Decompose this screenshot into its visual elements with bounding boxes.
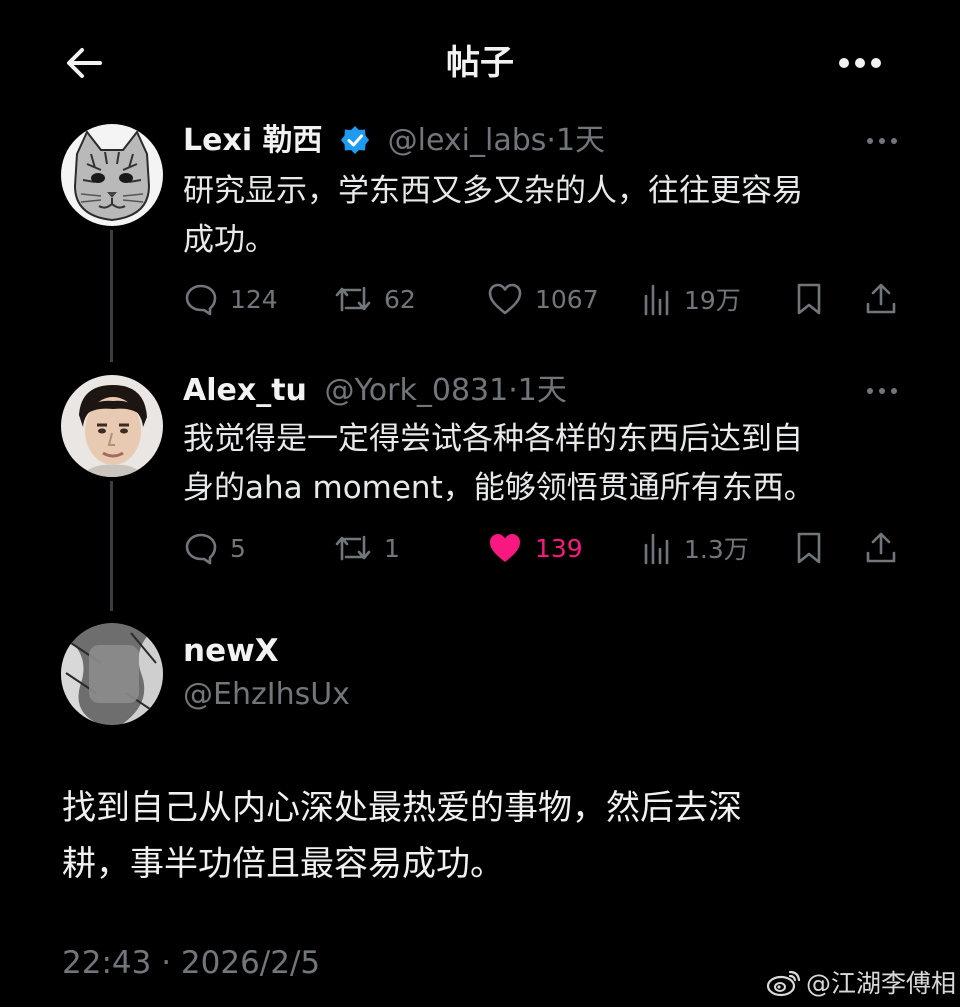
watermark: @江湖李傅相 <box>766 964 956 1000</box>
avatar[interactable] <box>61 124 163 226</box>
thread-connector <box>110 481 113 611</box>
more-horizontal-icon <box>867 388 897 394</box>
like-button[interactable]: 139 <box>487 528 583 568</box>
post-time: 1天 <box>517 373 567 408</box>
author-name[interactable]: Alex_tu <box>183 373 307 408</box>
author-handle[interactable]: @EhzIhsUx <box>183 677 350 712</box>
post-timestamp: 22:43 · 2026/2/5 <box>62 945 321 981</box>
like-button[interactable]: 1067 <box>487 279 599 319</box>
avatar[interactable] <box>61 623 163 725</box>
more-horizontal-icon <box>839 58 881 68</box>
share-icon <box>866 532 896 563</box>
like-count: 139 <box>535 533 583 563</box>
heart-filled-icon <box>490 534 520 562</box>
author-name[interactable]: newX <box>183 633 279 669</box>
verified-badge-icon <box>341 126 370 154</box>
reply-icon <box>185 284 217 316</box>
bar-chart-icon <box>644 284 669 316</box>
repost-button[interactable]: 1 <box>334 528 400 568</box>
bookmark-icon <box>797 532 821 564</box>
reply-button[interactable]: 5 <box>184 528 246 568</box>
person-avatar-icon <box>61 375 163 477</box>
post-text-line: 成功。 <box>183 222 276 258</box>
views-button[interactable]: 19万 <box>642 279 741 319</box>
author-name[interactable]: Lexi 勒西 <box>183 123 323 158</box>
post-header: Lexi 勒西 @lexi_labs·1天 <box>183 122 605 160</box>
post-text: 找到自己从内心深处最热爱的事物，然后去深 耕，事半功倍且最容易成功。 <box>62 780 922 892</box>
share-button[interactable] <box>864 528 898 568</box>
reply-button[interactable]: 124 <box>184 279 278 319</box>
weibo-logo-icon <box>766 970 801 997</box>
post-menu-button[interactable] <box>862 381 902 401</box>
reply-count: 124 <box>230 284 278 314</box>
repost-count: 62 <box>384 284 416 314</box>
bookmark-button[interactable] <box>795 528 823 568</box>
views-button[interactable]: 1.3万 <box>642 528 749 568</box>
share-button[interactable] <box>864 279 898 319</box>
page-title: 帖子 <box>446 43 514 83</box>
bar-chart-icon <box>644 533 669 565</box>
bookmark-button[interactable] <box>795 279 823 319</box>
repost-count: 1 <box>384 533 400 563</box>
post-header: Alex_tu @York_0831·1天 <box>183 372 567 410</box>
repost-icon <box>335 286 371 312</box>
author-handle[interactable]: @lexi_labs <box>388 123 547 158</box>
cat-avatar-icon <box>61 124 163 226</box>
views-count: 19万 <box>684 286 741 315</box>
bookmark-icon <box>797 283 821 315</box>
blurred-avatar-icon <box>61 623 163 725</box>
author-handle[interactable]: @York_0831 <box>324 373 508 408</box>
reply-count: 5 <box>230 533 246 563</box>
more-options-button[interactable] <box>834 40 886 86</box>
post-menu-button[interactable] <box>862 131 902 151</box>
like-count: 1067 <box>535 284 599 314</box>
heart-outline-icon <box>488 283 522 315</box>
separator: · <box>508 373 518 408</box>
post-text: 我觉得是一定得尝试各种各样的东西后达到自 身的aha moment，能够领悟贯通… <box>183 415 903 513</box>
post-time: 1天 <box>555 123 606 158</box>
post-text-line: 研究显示，学东西又多又杂的人，往往更容易 <box>183 173 803 209</box>
post-text: 研究显示，学东西又多又杂的人，往往更容易 成功。 <box>183 167 903 265</box>
thread-connector <box>110 230 113 362</box>
more-horizontal-icon <box>867 138 897 144</box>
post-text-line: 找到自己从内心深处最热爱的事物，然后去深 <box>62 788 742 828</box>
views-count: 1.3万 <box>684 535 749 564</box>
share-icon <box>866 283 896 314</box>
post-text-line: 耕，事半功倍且最容易成功。 <box>62 844 504 884</box>
watermark-text: @江湖李傅相 <box>806 969 957 998</box>
repost-button[interactable]: 62 <box>334 279 416 319</box>
post-text-line: 我觉得是一定得尝试各种各样的东西后达到自 <box>183 421 803 457</box>
repost-icon <box>335 535 371 561</box>
post-text-line: 身的aha moment，能够领悟贯通所有东西。 <box>183 470 815 506</box>
separator: · <box>546 123 556 158</box>
avatar[interactable] <box>61 375 163 477</box>
reply-icon <box>185 533 217 565</box>
